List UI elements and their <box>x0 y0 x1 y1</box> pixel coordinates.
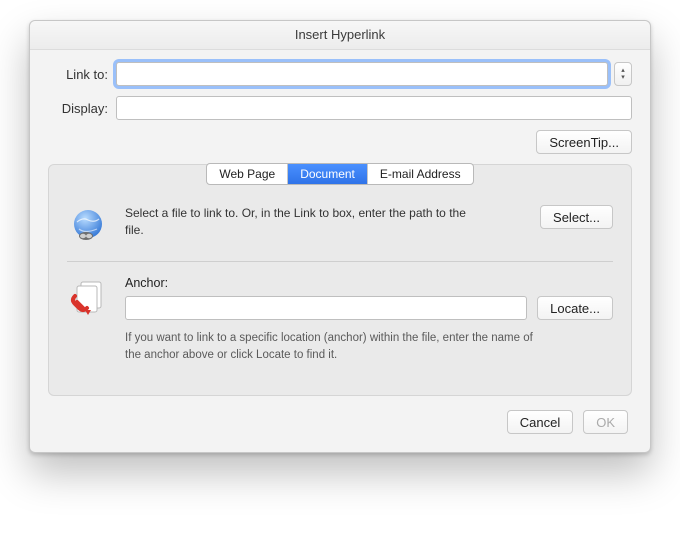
anchor-section: Anchor: Locate... If you want to link to… <box>67 262 613 379</box>
file-select-section: Select a file to link to. Or, in the Lin… <box>67 197 613 261</box>
anchor-input[interactable] <box>125 296 527 320</box>
tab-document[interactable]: Document <box>288 164 368 184</box>
tab-email-address[interactable]: E-mail Address <box>368 164 473 184</box>
cancel-button[interactable]: Cancel <box>507 410 573 434</box>
link-to-label: Link to: <box>48 67 108 82</box>
screentip-button[interactable]: ScreenTip... <box>536 130 632 154</box>
link-to-combo: ▴ ▾ <box>116 62 632 86</box>
file-help-text: Select a file to link to. Or, in the Lin… <box>125 205 485 239</box>
chevron-up-icon: ▴ <box>621 67 625 74</box>
tab-bar: Web Page Document E-mail Address <box>206 163 473 185</box>
globe-link-icon <box>67 205 109 245</box>
ok-button[interactable]: OK <box>583 410 628 434</box>
display-row: Display: <box>48 96 632 120</box>
chevron-down-icon: ▾ <box>621 74 625 81</box>
tab-web-page[interactable]: Web Page <box>207 164 288 184</box>
anchor-help-text: If you want to link to a specific locati… <box>125 330 545 363</box>
dialog-title: Insert Hyperlink <box>30 21 650 50</box>
dialog-content: Link to: ▴ ▾ Display: ScreenTip... Web P… <box>30 50 650 452</box>
display-label: Display: <box>48 101 108 116</box>
anchor-document-icon <box>67 276 109 316</box>
tab-pane: Web Page Document E-mail Address <box>48 164 632 396</box>
link-to-stepper[interactable]: ▴ ▾ <box>614 62 632 86</box>
link-to-row: Link to: ▴ ▾ <box>48 62 632 86</box>
dialog-footer: Cancel OK <box>48 396 632 436</box>
display-input[interactable] <box>116 96 632 120</box>
link-to-input[interactable] <box>116 62 608 86</box>
anchor-label: Anchor: <box>125 276 613 290</box>
select-file-button[interactable]: Select... <box>540 205 613 229</box>
locate-button[interactable]: Locate... <box>537 296 613 320</box>
insert-hyperlink-dialog: Insert Hyperlink Link to: ▴ ▾ Display: S… <box>29 20 651 453</box>
